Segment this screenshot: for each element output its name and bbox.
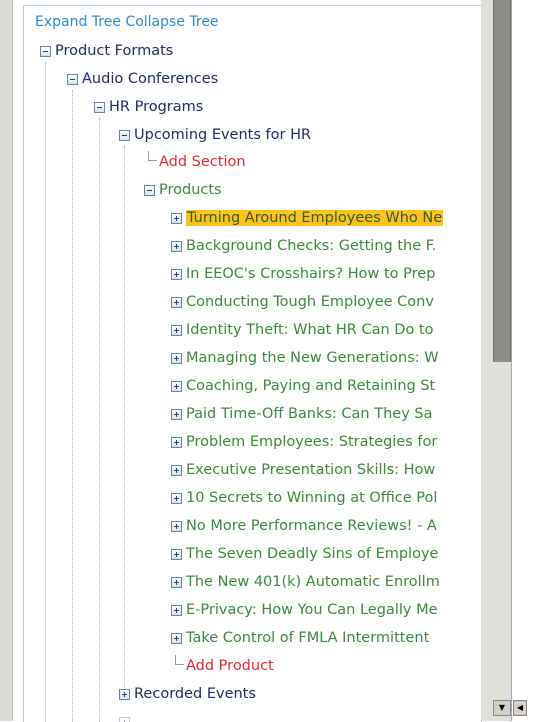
node-label[interactable]: Identity Theft: What HR Can Do to [186, 322, 433, 338]
tree-node-hr-programs[interactable]: HR Programs [94, 96, 203, 118]
expand-toggle-icon[interactable] [171, 465, 182, 476]
node-label[interactable]: Managing the New Generations: W [186, 350, 439, 366]
node-label[interactable]: Products [159, 182, 222, 198]
node-label-selected[interactable]: Turning Around Employees Who Ne [186, 210, 443, 226]
node-label[interactable]: Paid Time-Off Banks: Can They Sa [186, 406, 432, 422]
tree-guide-line [124, 146, 125, 694]
scrollbar-region: ▼ ◀ [481, 0, 533, 721]
expand-toggle-icon[interactable] [171, 409, 182, 420]
tree-guide-line [72, 90, 73, 722]
left-gutter-spacer [13, 0, 21, 721]
node-label[interactable]: Coaching, Paying and Retaining St [186, 378, 435, 394]
add-section-link[interactable]: Add Section [159, 151, 246, 173]
node-label[interactable]: The Seven Deadly Sins of Employe [186, 546, 438, 562]
tree-node-product-item[interactable]: Background Checks: Getting the F. [171, 235, 436, 257]
expand-toggle-icon[interactable] [171, 521, 182, 532]
tree-node-upcoming-events[interactable]: Upcoming Events for HR [119, 124, 311, 146]
expand-toggle-icon[interactable] [171, 269, 182, 280]
expand-toggle-icon[interactable] [171, 549, 182, 560]
left-gutter [0, 0, 13, 721]
tree-guide-line [99, 118, 100, 722]
scrollbar-track[interactable] [493, 362, 511, 721]
node-label[interactable]: Product Formats [55, 43, 173, 59]
tree-node-audio-conferences[interactable]: Audio Conferences [67, 68, 218, 90]
tree-node-recorded-events[interactable]: Recorded Events [119, 683, 256, 705]
collapse-toggle-icon[interactable] [67, 74, 78, 85]
tree-node-product-item[interactable]: No More Performance Reviews! - A [171, 515, 437, 537]
scrollbar-gutter [481, 0, 493, 721]
tree-guide-line [45, 62, 46, 722]
node-label[interactable]: The New 401(k) Automatic Enrollm [186, 574, 440, 590]
tree-node-product-item[interactable]: Identity Theft: What HR Can Do to [171, 319, 433, 341]
tree-node-product-item[interactable]: Conducting Tough Employee Conv [171, 291, 434, 313]
expand-toggle-icon[interactable] [171, 605, 182, 616]
scroll-left-arrow-icon[interactable]: ◀ [513, 700, 527, 716]
node-label[interactable]: Background Checks: Getting the F. [186, 238, 436, 254]
adjacent-pane [512, 0, 533, 721]
node-label[interactable]: Upcoming Events for HR [134, 127, 311, 143]
add-product-link[interactable]: Add Product [186, 655, 274, 677]
expand-toggle-icon [119, 717, 130, 722]
tree-panel: Expand Tree Collapse Tree Product Format… [23, 5, 482, 722]
tree-window: Expand Tree Collapse Tree Product Format… [0, 0, 533, 721]
branch-connector [175, 655, 184, 665]
tree-node-product-item[interactable]: Turning Around Employees Who Ne [171, 207, 443, 229]
tree-node-product-item[interactable]: In EEOC's Crosshairs? How to Prep [171, 263, 435, 285]
tree-node-partial [119, 711, 134, 722]
node-label[interactable]: 10 Secrets to Winning at Office Pol [186, 490, 437, 506]
expand-toggle-icon[interactable] [171, 297, 182, 308]
tree-node-product-item[interactable]: Coaching, Paying and Retaining St [171, 375, 435, 397]
node-label[interactable]: Conducting Tough Employee Conv [186, 294, 434, 310]
tree-node-product-item[interactable]: The Seven Deadly Sins of Employe [171, 543, 438, 565]
tree-node-product-item[interactable]: Executive Presentation Skills: How [171, 459, 435, 481]
scrollbar-thumb[interactable] [493, 0, 511, 362]
expand-toggle-icon[interactable] [171, 633, 182, 644]
expand-toggle-icon[interactable] [171, 353, 182, 364]
tree-node-product-item[interactable]: Managing the New Generations: W [171, 347, 439, 369]
expand-toggle-icon[interactable] [119, 689, 130, 700]
tree-node-product-item[interactable]: E-Privacy: How You Can Legally Me [171, 599, 438, 621]
expand-tree-link[interactable]: Expand Tree [35, 14, 121, 30]
tree-node-product-item[interactable]: Paid Time-Off Banks: Can They Sa [171, 403, 432, 425]
tree-toolbar: Expand Tree Collapse Tree [35, 14, 219, 34]
expand-toggle-icon[interactable] [171, 493, 182, 504]
collapse-toggle-icon[interactable] [119, 130, 130, 141]
node-label[interactable]: E-Privacy: How You Can Legally Me [186, 602, 438, 618]
expand-toggle-icon[interactable] [171, 241, 182, 252]
tree-node-product-item[interactable]: 10 Secrets to Winning at Office Pol [171, 487, 437, 509]
node-label[interactable]: Executive Presentation Skills: How [186, 462, 435, 478]
collapse-toggle-icon[interactable] [40, 46, 51, 57]
node-label[interactable]: HR Programs [109, 99, 203, 115]
expand-toggle-icon[interactable] [171, 577, 182, 588]
branch-connector [148, 151, 157, 161]
node-label[interactable]: Recorded Events [134, 686, 256, 702]
expand-toggle-icon[interactable] [171, 437, 182, 448]
node-label[interactable]: Add Product [186, 658, 274, 674]
node-label[interactable]: In EEOC's Crosshairs? How to Prep [186, 266, 435, 282]
tree-node-product-item[interactable]: The New 401(k) Automatic Enrollm [171, 571, 440, 593]
node-label[interactable]: No More Performance Reviews! - A [186, 518, 437, 534]
collapse-toggle-icon[interactable] [144, 185, 155, 196]
tree-node-product-item[interactable]: Take Control of FMLA Intermittent [171, 627, 429, 649]
node-label[interactable]: Audio Conferences [82, 71, 218, 87]
collapse-tree-link[interactable]: Collapse Tree [125, 14, 218, 30]
expand-toggle-icon[interactable] [171, 325, 182, 336]
scroll-down-arrow-icon[interactable]: ▼ [493, 700, 511, 716]
node-label[interactable]: Add Section [159, 154, 246, 170]
expand-toggle-icon[interactable] [171, 381, 182, 392]
expand-toggle-icon[interactable] [171, 213, 182, 224]
node-label[interactable]: Problem Employees: Strategies for [186, 434, 437, 450]
tree-node-products[interactable]: Products [144, 179, 222, 201]
collapse-toggle-icon[interactable] [94, 102, 105, 113]
node-label[interactable]: Take Control of FMLA Intermittent [186, 630, 429, 646]
tree-node-product-formats[interactable]: Product Formats [40, 40, 173, 62]
tree-node-product-item[interactable]: Problem Employees: Strategies for [171, 431, 437, 453]
